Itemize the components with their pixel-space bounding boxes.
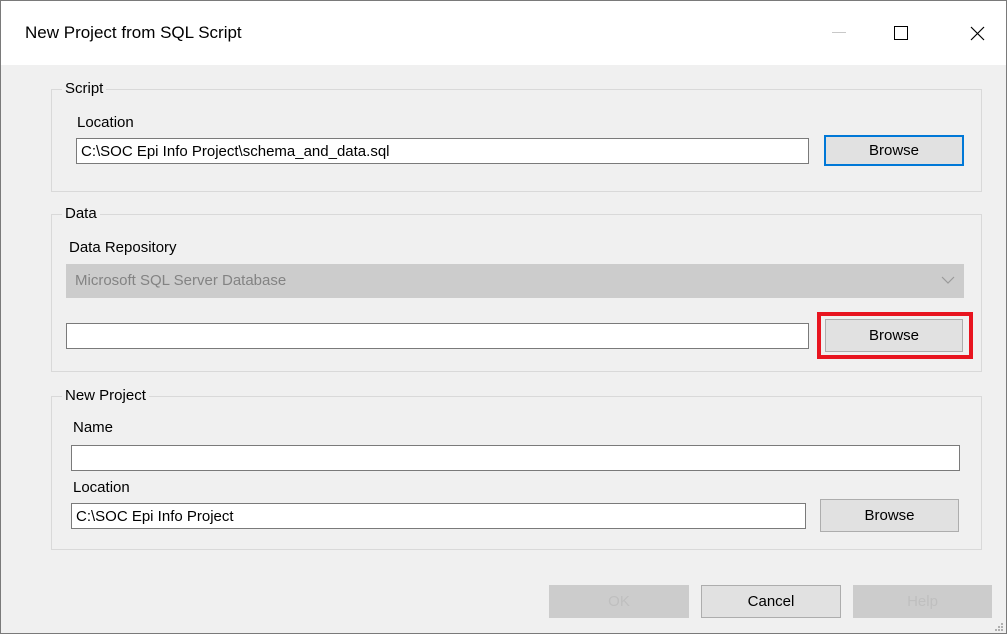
minimize-icon xyxy=(832,32,846,33)
script-browse-button[interactable]: Browse xyxy=(824,135,964,166)
data-repository-select[interactable]: Microsoft SQL Server Database xyxy=(66,264,964,298)
close-icon xyxy=(970,26,984,40)
highlight-box xyxy=(817,312,973,359)
data-repository-label: Data Repository xyxy=(69,239,177,256)
ok-button[interactable]: OK xyxy=(549,585,689,618)
chevron-down-icon xyxy=(941,276,955,284)
data-connection-input[interactable] xyxy=(66,323,809,349)
maximize-icon xyxy=(894,26,908,40)
new-project-group-legend: New Project xyxy=(62,387,149,404)
project-name-label: Name xyxy=(73,419,114,436)
resize-grip-icon[interactable] xyxy=(994,621,1004,631)
help-button[interactable]: Help xyxy=(853,585,992,618)
script-location-label: Location xyxy=(77,114,134,131)
project-location-input[interactable] xyxy=(71,503,806,529)
project-location-label: Location xyxy=(73,479,130,496)
maximize-button[interactable] xyxy=(870,1,932,65)
title-bar: New Project from SQL Script xyxy=(1,1,1006,65)
project-browse-button[interactable]: Browse xyxy=(820,499,959,532)
data-group-legend: Data xyxy=(62,205,100,222)
script-location-input[interactable] xyxy=(76,138,809,164)
data-repository-value: Microsoft SQL Server Database xyxy=(75,272,287,289)
close-button[interactable] xyxy=(946,1,1006,65)
window-title: New Project from SQL Script xyxy=(25,23,242,42)
cancel-button[interactable]: Cancel xyxy=(701,585,841,618)
script-group-legend: Script xyxy=(62,80,107,97)
minimize-button[interactable] xyxy=(808,1,870,65)
dialog-window: New Project from SQL Script Script Locat… xyxy=(0,0,1007,634)
project-name-input[interactable] xyxy=(71,445,960,471)
